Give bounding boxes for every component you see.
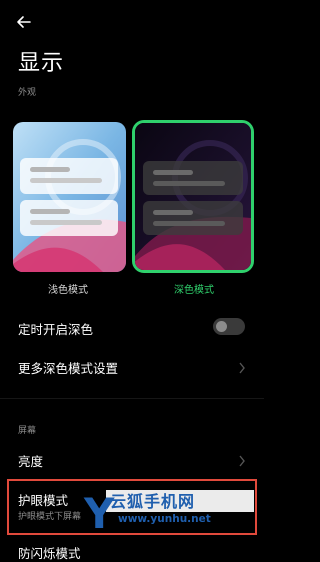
preview-bubble xyxy=(143,201,243,235)
chevron-right-icon xyxy=(239,362,245,374)
light-wallpaper xyxy=(13,122,126,272)
light-mode-option[interactable] xyxy=(13,122,126,272)
dark-wallpaper xyxy=(135,123,251,270)
dark-mode-option[interactable] xyxy=(132,120,254,273)
section-label-appearance: 外观 xyxy=(18,88,37,98)
back-arrow-icon[interactable] xyxy=(14,12,34,32)
section-label-screen: 屏幕 xyxy=(18,426,37,436)
preview-bubble xyxy=(20,200,118,236)
preview-bubble xyxy=(20,158,118,194)
highlight-box xyxy=(7,479,257,535)
dark-mode-label[interactable]: 深色模式 xyxy=(174,281,214,296)
preview-bubble xyxy=(143,161,243,195)
chevron-right-icon xyxy=(239,455,245,467)
brightness-item[interactable]: 亮度 xyxy=(18,451,43,470)
more-dark-settings-item[interactable]: 更多深色模式设置 xyxy=(18,358,118,377)
page-title: 显示 xyxy=(18,51,65,76)
divider xyxy=(0,398,264,399)
schedule-dark-label: 定时开启深色 xyxy=(18,322,94,337)
toggle-knob xyxy=(216,321,227,332)
anti-flicker-item[interactable]: 防闪烁模式 xyxy=(18,543,81,562)
light-mode-label[interactable]: 浅色模式 xyxy=(48,281,88,296)
schedule-dark-toggle[interactable] xyxy=(213,318,245,335)
